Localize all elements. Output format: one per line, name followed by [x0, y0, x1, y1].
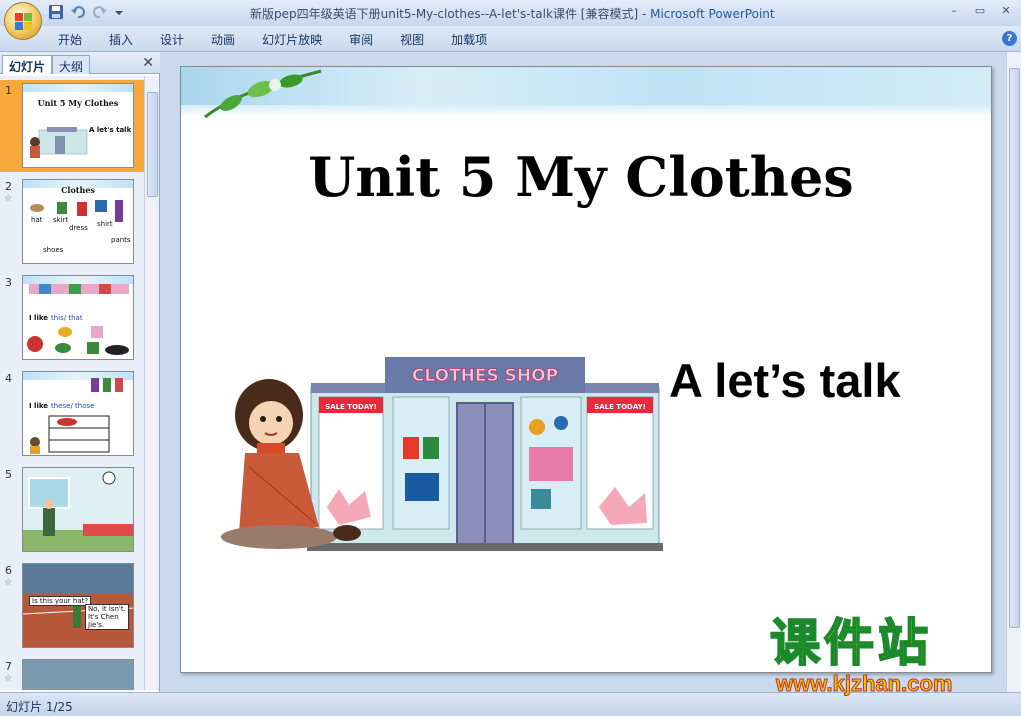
minimize-button[interactable]: –	[945, 3, 963, 19]
close-icon[interactable]: ✕	[142, 55, 154, 71]
slide-number: 3	[5, 276, 12, 289]
slide-number: 2	[5, 180, 12, 193]
slide-thumbnail[interactable]: Is this your hat? No, it isn't. It's Che…	[22, 563, 134, 648]
title-bar: 新版pep四年级英语下册unit5-My-clothes--A-let's-ta…	[0, 0, 1021, 26]
slide-number: 1	[5, 84, 12, 97]
document-name: 新版pep四年级英语下册unit5-My-clothes--A-let's-ta…	[250, 7, 639, 21]
tab-view[interactable]: 视图	[400, 31, 424, 48]
undo-icon[interactable]	[70, 4, 86, 20]
slides-panel: 幻灯片 大纲 ✕ 1 Unit 5 My Clothes A let's tal…	[0, 52, 160, 692]
office-logo-icon	[15, 13, 33, 31]
save-icon[interactable]	[48, 4, 64, 20]
thumbnail-row-6[interactable]: 6 ☆ Is this your hat? No, it isn't. It's…	[0, 560, 144, 652]
shelf-image	[30, 415, 110, 454]
slide-thumbnail[interactable]: I like this/ that	[22, 275, 134, 360]
tab-insert[interactable]: 插入	[109, 31, 133, 48]
title-separator: -	[638, 7, 651, 21]
slide-counter: 幻灯片 1/25	[6, 700, 73, 714]
thumb-text: I like	[29, 314, 49, 322]
slide-thumbnail[interactable]: Unit 5 My Clothes A let's talk	[22, 83, 134, 168]
thumb-items-image	[27, 326, 129, 355]
slide-number: 5	[5, 468, 12, 481]
thumb-text: this/ that	[51, 314, 83, 322]
shop-thumb-image	[30, 127, 88, 158]
slide-thumbnail[interactable]	[22, 659, 134, 690]
thumb-text: these/ those	[51, 402, 95, 410]
tab-slides[interactable]: 幻灯片	[2, 55, 53, 74]
thumbnail-row-5[interactable]: 5	[0, 464, 144, 556]
thumbnail-row-3[interactable]: 3 I like this/ that	[0, 272, 144, 364]
sale-tag-text: SALE TODAY!	[594, 403, 646, 411]
slide-subtitle[interactable]: A let’s talk	[669, 353, 901, 408]
slide-thumbnail[interactable]: Clothes hat skirt shirt dress pants shoe…	[22, 179, 134, 264]
thumb-subtitle: A let's talk	[89, 126, 132, 134]
office-button[interactable]	[4, 2, 42, 40]
slide-number: 7	[5, 660, 12, 673]
animation-star-icon: ☆	[4, 194, 13, 204]
vine-leaves-image	[204, 69, 322, 119]
close-button[interactable]: ✕	[997, 3, 1015, 19]
thumb-label: dress	[69, 224, 88, 232]
slide-title[interactable]: Unit 5 My Clothes	[181, 145, 981, 209]
editor-scrollbar[interactable]	[1006, 52, 1021, 692]
slide-editor: Unit 5 My Clothes CLOTHES SHOP SALE TODA…	[162, 52, 1006, 692]
tab-animations[interactable]: 动画	[211, 31, 235, 48]
thumb-band	[23, 84, 133, 92]
customize-qat-icon[interactable]	[114, 4, 130, 20]
clothes-shop-illustration: CLOTHES SHOP SALE TODAY! SALE TODAY!	[221, 357, 663, 551]
animation-star-icon: ☆	[4, 674, 13, 684]
tab-addins[interactable]: 加载项	[451, 31, 487, 48]
clothes-rack-image	[29, 284, 129, 294]
thumbnail-scrollbar[interactable]	[144, 76, 159, 690]
ribbon: 开始 插入 设计 动画 幻灯片放映 审阅 视图 加载项 ?	[0, 26, 1021, 52]
slide-number: 4	[5, 372, 12, 385]
thumbnail-row-1[interactable]: 1 Unit 5 My Clothes A let's talk	[0, 80, 144, 172]
tab-slideshow[interactable]: 幻灯片放映	[262, 31, 322, 48]
tab-home[interactable]: 开始	[58, 31, 82, 48]
watermark: 课件站 www.kjzhan.com	[769, 614, 953, 697]
sale-tag-text: SALE TODAY!	[325, 403, 377, 411]
speech-bubble: No, it isn't. It's Chen Jie's.	[85, 604, 129, 630]
ribbon-tabs: 开始 插入 设计 动画 幻灯片放映 审阅 视图 加载项	[58, 31, 514, 48]
thumb-title: Unit 5 My Clothes	[37, 98, 119, 108]
thumb-text: I like	[29, 402, 49, 410]
thumb-label: skirt	[53, 216, 69, 224]
thumb-label: shoes	[43, 246, 64, 254]
thumbnail-row-2[interactable]: 2 ☆ Clothes hat skirt shirt dress pants …	[0, 176, 144, 268]
slide-thumbnail[interactable]: I like these/ those	[22, 371, 134, 456]
redo-icon[interactable]	[92, 4, 108, 20]
animation-star-icon: ☆	[4, 578, 13, 588]
thumbnail-row-7[interactable]: 7 ☆	[0, 656, 144, 690]
window-title: 新版pep四年级英语下册unit5-My-clothes--A-let's-ta…	[250, 5, 775, 22]
classroom-image	[23, 468, 133, 551]
thumb-label: shirt	[97, 220, 113, 228]
app-name: Microsoft PowerPoint	[650, 7, 775, 21]
tab-outline[interactable]: 大纲	[52, 55, 91, 74]
slide-thumbnail[interactable]	[22, 467, 134, 552]
help-icon[interactable]: ?	[1002, 31, 1017, 46]
window-controls: – ▭ ✕	[945, 3, 1015, 19]
thumb-title: Clothes	[61, 185, 95, 195]
maximize-button[interactable]: ▭	[971, 3, 989, 19]
watermark-url: www.kjzhan.com	[775, 671, 953, 697]
speech-bubble: Is this your hat?	[29, 596, 92, 606]
quick-access-toolbar	[48, 4, 130, 20]
thumb-label: pants	[111, 236, 131, 244]
sky-image	[23, 660, 133, 690]
slide-number: 6	[5, 564, 12, 577]
panel-tabs: 幻灯片 大纲 ✕	[0, 52, 160, 74]
pants-rack-image	[91, 378, 123, 392]
watermark-cn: 课件站	[769, 614, 932, 672]
thumbnail-row-4[interactable]: 4 I like these/ those	[0, 368, 144, 460]
thumbnail-list: 1 Unit 5 My Clothes A let's talk 2 ☆ Clo…	[0, 76, 144, 690]
scrollbar-thumb[interactable]	[147, 92, 158, 197]
shop-sign-text: CLOTHES SHOP	[412, 366, 558, 386]
tab-design[interactable]: 设计	[160, 31, 184, 48]
scrollbar-thumb[interactable]	[1009, 68, 1020, 628]
slide-canvas[interactable]: Unit 5 My Clothes CLOTHES SHOP SALE TODA…	[180, 66, 992, 673]
tab-review[interactable]: 审阅	[349, 31, 373, 48]
thumb-label: hat	[31, 216, 43, 224]
